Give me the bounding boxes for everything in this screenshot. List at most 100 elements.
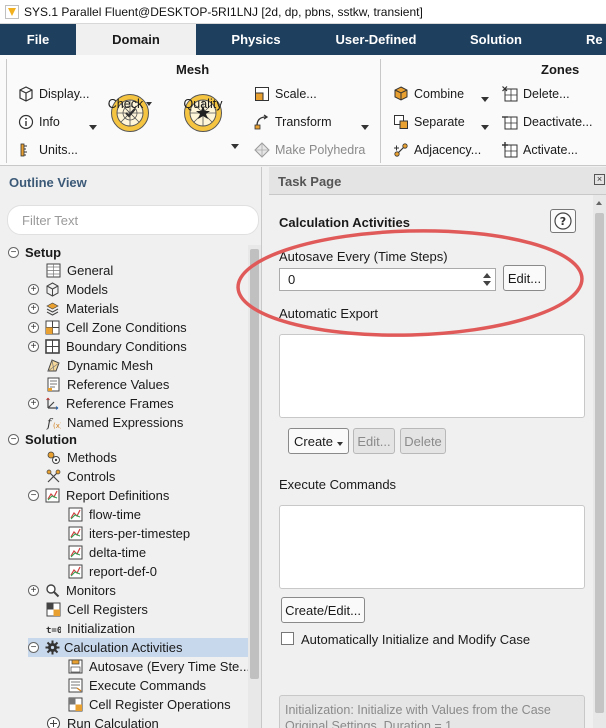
display-button[interactable]: Display... [18,83,89,105]
expand-icon[interactable]: + [28,303,39,314]
autosave-spinner[interactable]: 0 [279,268,496,291]
make-polyhedra-button[interactable]: Make Polyhedra [254,139,365,161]
tree-item-general[interactable]: General [46,261,113,280]
create-label: Create [294,433,334,449]
tab-domain[interactable]: Domain [76,24,196,55]
combine-dropdown-arrow[interactable] [481,97,489,102]
tree-item-cell-zone-conditions[interactable]: + Cell Zone Conditions [28,318,187,337]
expand-icon[interactable]: + [28,341,39,352]
adjacency-button[interactable]: Adjacency... [393,139,481,161]
initialization-info-line-2: Original Settings, Duration = 1 [285,719,453,728]
transform-button[interactable]: Transform [254,111,332,133]
delete-button[interactable]: Delete [400,428,446,454]
info-dropdown-arrow[interactable] [89,125,97,130]
separate-dropdown-arrow[interactable] [481,125,489,130]
tree-item-report-def-0[interactable]: report-def-0 [68,562,157,581]
filter-text-input[interactable]: Filter Text [7,205,259,235]
tree-item-solution[interactable]: − Solution [8,430,77,449]
delete-zone-button[interactable]: Delete... [502,83,570,105]
tab-results[interactable]: Re [586,24,606,55]
quality-dropdown-arrow[interactable] [231,144,239,149]
units-button[interactable]: Units... [18,139,78,161]
transform-dropdown-arrow[interactable] [361,125,369,130]
check-dropdown-arrow[interactable] [146,102,153,106]
check-button[interactable]: Check [108,93,153,133]
separate-button[interactable]: Separate [393,111,465,133]
tree-item-monitors[interactable]: + Monitors [28,581,116,600]
task-page-title: Task Page [278,174,342,189]
tab-user-defined[interactable]: User-Defined [316,24,436,55]
quality-button[interactable]: Quality [183,93,223,133]
tree-item-reference-frames[interactable]: + Reference Frames [28,394,174,413]
tree-item-calculation-activities[interactable]: − Calculation Activities [28,638,248,657]
close-icon[interactable]: × [594,174,605,185]
tree-item-delta-time[interactable]: delta-time [68,543,146,562]
delete-zone-icon [502,86,518,102]
dynamic-mesh-icon [46,358,61,373]
tree-item-autosave[interactable]: Autosave (Every Time Ste... [68,657,250,676]
collapse-icon[interactable]: − [8,434,19,445]
task-page-scrollbar-thumb[interactable] [595,213,604,713]
tree-item-controls[interactable]: Controls [46,467,115,486]
collapse-icon[interactable]: − [8,247,19,258]
tree-item-execute-commands[interactable]: Execute Commands [68,676,206,695]
combine-button[interactable]: Combine [393,83,464,105]
methods-icon [46,450,61,465]
tree-item-report-definitions[interactable]: − Report Definitions [28,486,169,505]
export-edit-button[interactable]: Edit... [353,428,395,454]
help-button[interactable]: ? [550,209,576,233]
execute-commands-list[interactable] [279,505,585,589]
tree-item-setup[interactable]: − Setup [8,243,61,262]
deactivate-zone-button[interactable]: Deactivate... [502,111,592,133]
task-page-header: Task Page × [269,167,606,195]
autosave-edit-button[interactable]: Edit... [503,265,546,291]
create-button[interactable]: Create [288,428,349,454]
tree-item-flow-time[interactable]: flow-time [68,505,141,524]
scroll-up-icon[interactable] [596,201,602,205]
tree-item-boundary-conditions[interactable]: + Boundary Conditions [28,337,187,356]
expand-icon[interactable]: + [28,585,39,596]
task-page-scrollbar[interactable] [593,195,606,728]
tree-label: Report Definitions [66,488,170,503]
tab-physics[interactable]: Physics [196,24,316,55]
tree-label: Reference Frames [66,396,174,411]
auto-initialize-checkbox[interactable] [281,632,294,645]
initialization-info-box: Initialization: Initialize with Values f… [279,695,585,728]
create-edit-button[interactable]: Create/Edit... [281,597,365,623]
tree-item-iters-per-timestep[interactable]: iters-per-timestep [68,524,190,543]
expand-icon[interactable]: + [28,284,39,295]
tab-file[interactable]: File [0,24,76,55]
execute-commands-icon [68,678,83,693]
outline-scrollbar[interactable] [248,245,261,728]
info-button[interactable]: Info [18,111,60,133]
scale-label: Scale... [275,87,317,101]
scale-button[interactable]: Scale... [254,83,317,105]
collapse-icon[interactable]: − [28,490,39,501]
tree-item-models[interactable]: + Models [28,280,108,299]
report-def-icon [68,507,83,522]
info-label: Info [39,115,60,129]
models-icon [45,282,60,297]
tree-item-materials[interactable]: + Materials [28,299,119,318]
tree-item-reference-values[interactable]: Reference Values [46,375,169,394]
create-dropdown-arrow[interactable] [337,442,343,446]
tree-item-cell-register-operations[interactable]: Cell Register Operations [68,695,231,714]
tree-item-run-calculation[interactable]: Run Calculation [46,714,159,728]
tree-item-cell-registers[interactable]: Cell Registers [46,600,148,619]
tree-item-methods[interactable]: Methods [46,448,117,467]
separate-label: Separate [414,115,465,129]
tree-item-dynamic-mesh[interactable]: Dynamic Mesh [46,356,153,375]
spinner-arrows-icon[interactable] [482,271,492,288]
activate-zone-button[interactable]: Activate... [502,139,578,161]
automatic-export-list[interactable] [279,334,585,418]
svg-text:(x): (x) [53,422,61,430]
automatic-export-label: Automatic Export [279,306,378,321]
expand-icon[interactable]: + [28,322,39,333]
tree-label: Run Calculation [67,716,159,728]
outline-scrollbar-thumb[interactable] [250,249,259,679]
tree-item-initialization[interactable]: t=0 Initialization [46,619,135,638]
expand-icon[interactable]: + [28,398,39,409]
collapse-icon[interactable]: − [28,642,39,653]
tab-solution[interactable]: Solution [436,24,556,55]
function-icon: f(x) [46,415,61,430]
